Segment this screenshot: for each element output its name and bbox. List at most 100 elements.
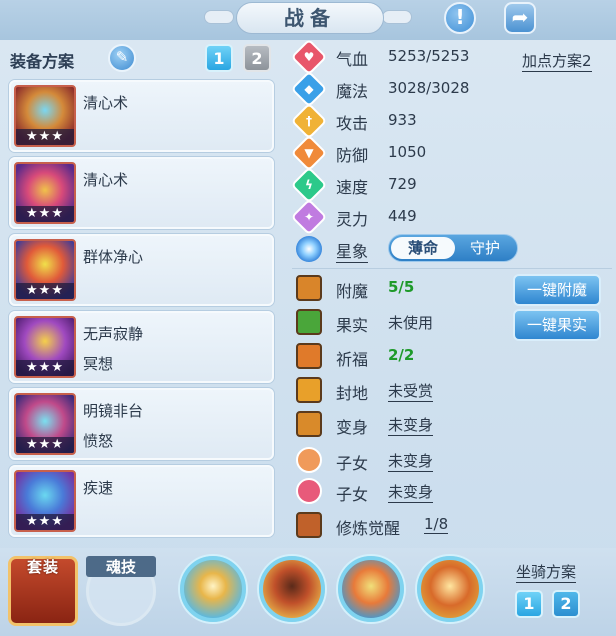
skill-stars: ★★★ [16,437,74,453]
skill-orb-4[interactable] [417,556,483,622]
stat-value: 933 [388,111,417,129]
skill-icon: ★★★ [14,393,76,455]
skill-stars: ★★★ [16,283,74,299]
one-click-fruit-button[interactable]: 一键果实 [513,309,601,341]
ench-value[interactable]: 未变身 [388,450,434,472]
ench-value[interactable]: 未变身 [388,481,434,503]
stat-value: 729 [388,175,417,193]
set-label: 套装 [26,558,59,576]
skill-icon: ★★★ [14,85,76,147]
ench-label: 附魔 [336,282,369,301]
skill-name: 疾速 [83,479,114,497]
star-sign-label[interactable]: 星象 [336,238,369,263]
star-sign-row: 星象 薄命 守护 [292,234,612,264]
skill-icon: ★★★ [14,316,76,378]
stat-row-attack: † 攻击 933 [290,102,512,140]
stat-value: 1050 [388,143,427,161]
skill-icon: ★★★ [14,162,76,224]
blessing-row: 祈福 2/2 [292,341,512,373]
skill-stars: ★★★ [16,514,74,530]
exclamation-icon: ! [455,5,465,29]
skill-name: 清心术 [83,94,129,112]
skill-sub: 愤怒 [83,432,114,450]
skill-name: 群体净心 [83,248,144,266]
stat-row-hp: ♥ 气血 5253/5253 [290,38,512,76]
star-sign-option-b[interactable]: 守护 [455,237,515,259]
stat-label: 防御 [336,146,369,165]
star-sign-option-a[interactable]: 薄命 [391,237,455,259]
ench-label: 子女 [336,485,369,504]
ench-value[interactable]: 1/8 [424,515,449,534]
mana-icon: ◆ [290,70,328,108]
stat-row-mp: ◆ 魔法 3028/3028 [290,70,512,108]
title-ornament-left [204,10,234,24]
fief-icon [296,377,322,403]
skill-card[interactable]: ★★★ 清心术 [9,80,274,152]
page-title: 战备 [236,2,384,34]
skill-card[interactable]: ★★★ 群体净心 [9,234,274,306]
skill-name: 清心术 [83,171,129,189]
equip-plan-tab-2[interactable]: 2 [243,44,271,72]
child-icon [296,478,322,504]
skill-stars: ★★★ [16,360,74,376]
stat-row-speed: ϟ 速度 729 [290,166,512,204]
fief-row: 封地 未受赏 [292,375,512,407]
ench-value: 5/5 [388,278,415,296]
skill-orb-3[interactable] [338,556,404,622]
skill-card[interactable]: ★★★ 清心术 [9,157,274,229]
skill-card[interactable]: ★★★ 无声寂静 冥想 [9,311,274,383]
skill-stars: ★★★ [16,129,74,145]
skill-name: 无声寂静 [83,325,144,343]
stat-value: 3028/3028 [388,79,470,97]
cultivation-icon [296,512,322,538]
stat-row-defense: ▼ 防御 1050 [290,134,512,172]
pencil-icon: ✎ [115,48,129,66]
stat-label: 魔法 [336,82,369,101]
skill-orb-1[interactable] [180,556,246,622]
fruit-row: 果实 未使用 [292,307,512,339]
spirit-icon: ✦ [290,198,328,236]
ench-value: 未使用 [388,314,434,332]
transform-icon [296,411,322,437]
ench-value[interactable]: 未受赏 [388,380,434,402]
mount-plan-label[interactable]: 坐骑方案 [516,561,577,583]
shield-icon: ▼ [290,134,328,172]
stat-row-spirit: ✦ 灵力 449 [290,198,512,236]
skill-orb-2[interactable] [259,556,325,622]
lightning-icon: ϟ [290,166,328,204]
share-button[interactable]: ➦ [504,2,536,34]
equip-plan-label: 装备方案 [10,52,75,71]
sword-icon: † [290,102,328,140]
ench-label: 果实 [336,316,369,335]
skill-icon: ★★★ [14,239,76,301]
skill-stars: ★★★ [16,206,74,222]
skill-name: 明镜非台 [83,402,144,420]
edit-plan-button[interactable]: ✎ [108,44,136,72]
heart-icon: ♥ [290,38,328,76]
skill-sub: 冥想 [83,355,114,373]
stat-label: 气血 [336,50,369,69]
ench-value[interactable]: 未变身 [388,414,434,436]
share-icon: ➦ [511,5,529,29]
stat-label: 攻击 [336,114,369,133]
soul-skill-label: 魂技 [86,556,156,577]
skill-card[interactable]: ★★★ 疾速 [9,465,274,537]
star-sign-icon [296,236,322,262]
ench-value: 2/2 [388,346,415,364]
enchant-icon [296,275,322,301]
star-sign-toggle: 薄命 守护 [388,234,518,262]
attribute-plan-link[interactable]: 加点方案2 [522,50,592,72]
one-click-enchant-button[interactable]: 一键附魔 [513,274,601,306]
transform-row: 变身 未变身 [292,409,512,441]
stat-label: 速度 [336,178,369,197]
skill-card[interactable]: ★★★ 明镜非台 愤怒 [9,388,274,460]
mount-plan-tab-2[interactable]: 2 [552,590,580,618]
stat-label: 灵力 [336,210,369,229]
child-row: 子女 未变身 [292,476,512,508]
skill-icon: ★★★ [14,470,76,532]
mount-plan-tab-1[interactable]: 1 [515,590,543,618]
fruit-icon [296,309,322,335]
equip-plan-tab-1[interactable]: 1 [205,44,233,72]
info-button[interactable]: ! [444,2,476,34]
ench-label: 修炼觉醒 [336,519,401,538]
